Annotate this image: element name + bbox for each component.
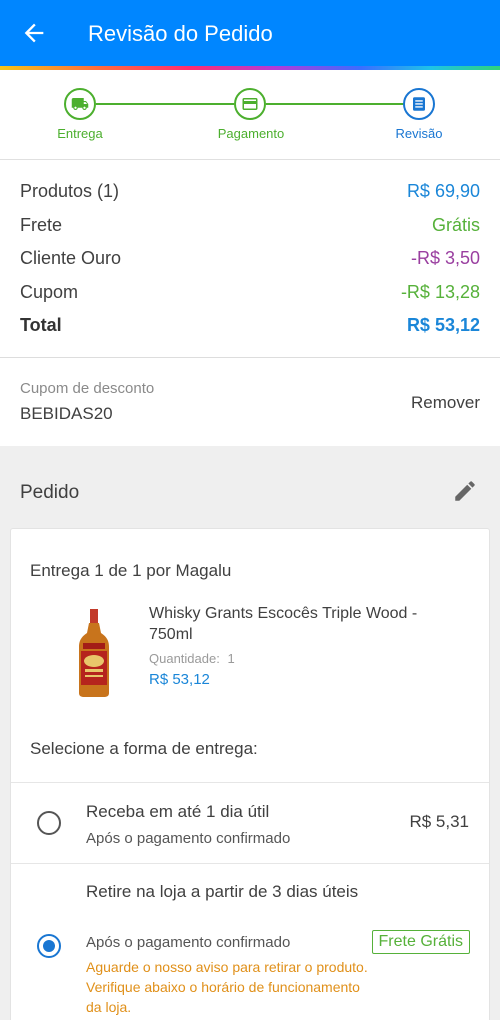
step-label-revisao: Revisão [395, 126, 443, 141]
list-icon [413, 97, 425, 111]
delivery-card: Entrega 1 de 1 por Magalu Whisky Grants … [10, 528, 490, 1020]
pickup-warning: Aguarde o nosso aviso para retirar o pro… [86, 959, 368, 1015]
option-subtitle: Após o pagamento confirmado [86, 830, 291, 847]
checkout-stepper: Entrega Pagamento Revisão [0, 70, 500, 160]
coupon-section: Cupom de desconto BEBIDAS20 Remover [0, 358, 500, 446]
option-price: R$ 5,31 [409, 812, 469, 831]
option-title: Retire na loja a partir de 3 dias úteis [86, 882, 359, 901]
delivery-method-heading: Selecione a forma de entrega: [30, 739, 258, 758]
summary-row-frete: Frete Grátis [20, 211, 480, 241]
product-price: R$ 53,12 [149, 671, 210, 688]
summary-value: -R$ 3,50 [410, 248, 480, 268]
summary-label: Total [20, 315, 62, 335]
product-quantity: Quantidade: 1 [149, 651, 235, 666]
coupon-code: BEBIDAS20 [20, 404, 113, 423]
whisky-bottle-image [79, 609, 109, 697]
remove-coupon-button[interactable]: Remover [411, 393, 480, 413]
order-section: Pedido Entrega 1 de 1 por Magalu Whisky … [0, 446, 500, 1020]
summary-row-produtos: Produtos (1) R$ 69,90 [20, 177, 480, 207]
summary-label: Frete [20, 215, 63, 235]
summary-label: Cupom [20, 282, 79, 302]
delivery-heading: Entrega 1 de 1 por Magalu [30, 561, 232, 580]
step-pagamento[interactable] [234, 88, 266, 120]
summary-row-total: Total R$ 53,12 [20, 311, 480, 341]
summary-value: Grátis [431, 215, 480, 235]
quantity-label: Quantidade: [149, 651, 220, 666]
page-title: Revisão do Pedido [88, 21, 273, 46]
product-name[interactable]: Whisky Grants Escocês Triple Wood - 750m… [149, 603, 449, 645]
pencil-icon[interactable] [452, 478, 478, 504]
option-subtitle: Após o pagamento confirmado [86, 934, 291, 951]
arrow-left-icon[interactable] [20, 19, 48, 47]
summary-label: Cliente Ouro [20, 248, 122, 268]
step-label-entrega: Entrega [57, 126, 103, 141]
step-entrega[interactable] [64, 88, 96, 120]
delivery-option-express[interactable]: Receba em até 1 dia útil Após o pagament… [11, 783, 489, 863]
step-revisao[interactable] [403, 88, 435, 120]
step-connector [96, 103, 234, 105]
app-header: Revisão do Pedido [0, 0, 500, 66]
delivery-option-store-pickup[interactable]: Retire na loja a partir de 3 dias úteis … [11, 864, 489, 1020]
truck-icon [71, 98, 89, 110]
summary-label: Produtos (1) [20, 181, 120, 201]
step-label-pagamento: Pagamento [217, 126, 285, 141]
step-connector [266, 103, 404, 105]
summary-value: -R$ 13,28 [400, 282, 480, 302]
summary-total-value: R$ 53,12 [406, 315, 480, 335]
quantity-value: 1 [227, 651, 235, 666]
summary-value: R$ 69,90 [406, 181, 480, 201]
card-icon [242, 98, 258, 110]
free-shipping-badge: Frete Grátis [371, 930, 470, 954]
order-summary: Produtos (1) R$ 69,90 Frete Grátis Clien… [0, 160, 500, 358]
option-title: Receba em até 1 dia útil [86, 802, 270, 821]
coupon-label: Cupom de desconto [20, 380, 155, 397]
order-title: Pedido [20, 482, 80, 503]
summary-row-cupom: Cupom -R$ 13,28 [20, 278, 480, 308]
radio-express[interactable] [37, 811, 61, 835]
summary-row-cliente-ouro: Cliente Ouro -R$ 3,50 [20, 244, 480, 274]
radio-store-pickup[interactable] [37, 934, 61, 958]
